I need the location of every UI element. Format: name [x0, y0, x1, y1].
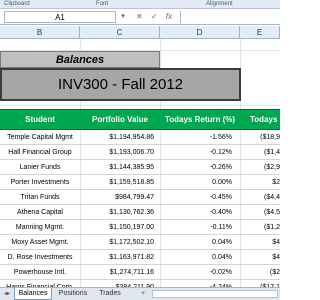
- table-row[interactable]: Harris Financial Corp.$384,211.90-4.24%(…: [0, 280, 280, 287]
- formula-input[interactable]: [180, 11, 280, 23]
- tab-scroll-icon[interactable]: ◂▸: [1, 289, 13, 299]
- column-header-d[interactable]: D: [160, 26, 240, 39]
- insert-function-icon[interactable]: fx: [166, 12, 172, 21]
- cell-portfolio-value[interactable]: $1,144,385.95: [80, 160, 160, 175]
- cell-todays-return-dollar[interactable]: ($17,1: [240, 280, 280, 287]
- table-row[interactable]: Temple Capital Mgmt $1,194,954.86 -1.56% ($…: [0, 130, 280, 145]
- cell-todays-return-pct[interactable]: -1.56%: [160, 130, 240, 145]
- name-box-dropdown-icon[interactable]: ▾: [118, 11, 128, 23]
- header-portfolio-value[interactable]: Portfolio Value: [80, 110, 160, 130]
- cell-todays-return-pct[interactable]: 0.04%: [160, 235, 240, 250]
- cell-portfolio-value[interactable]: $384,211.90: [80, 280, 160, 287]
- cell-todays-return-pct[interactable]: -0.45%: [160, 190, 240, 205]
- table-row[interactable]: Manning Mgmt. $1,150,197.00 -0.11% ($1,2: [0, 220, 280, 235]
- cell-todays-return-dollar[interactable]: $4: [240, 235, 280, 250]
- table-row[interactable]: Porter Investments $1,159,518.85 0.00% $2: [0, 175, 280, 190]
- column-header-e[interactable]: E: [240, 26, 280, 39]
- cell-student[interactable]: Moxy Asset Mgmt.: [0, 235, 80, 250]
- cell-todays-return-pct[interactable]: -0.11%: [160, 220, 240, 235]
- cell-todays-return-dollar[interactable]: $4: [240, 250, 280, 265]
- cell-todays-return-dollar[interactable]: ($2,9: [240, 160, 280, 175]
- cell-student[interactable]: Temple Capital Mgmt: [0, 130, 80, 145]
- sheet-title[interactable]: INV300 - Fall 2012: [0, 68, 241, 101]
- cell-student[interactable]: Lanier Funds: [0, 160, 80, 175]
- cell-todays-return-dollar[interactable]: ($1,4: [240, 145, 280, 160]
- tab-balances[interactable]: Balances: [14, 288, 52, 300]
- table-row[interactable]: D. Rose Investments $1,163,971.82 0.04% $4: [0, 250, 280, 265]
- add-sheet-icon[interactable]: +: [138, 289, 148, 299]
- ribbon-group-labels: Clipboard Font Alignment: [0, 0, 280, 9]
- table-row[interactable]: Powerhouse Intl. $1,274,711.16 -0.02% ($2: [0, 265, 280, 280]
- cell-portfolio-value[interactable]: $1,274,711.16: [80, 265, 160, 280]
- worksheet[interactable]: Balances INV300 - Fall 2012 Student Port…: [0, 39, 280, 287]
- cell-todays-return-dollar[interactable]: ($4,5: [240, 205, 280, 220]
- tab-trades[interactable]: Trades: [94, 288, 126, 300]
- cell-todays-return-dollar[interactable]: $2: [240, 175, 280, 190]
- header-student[interactable]: Student: [0, 110, 80, 130]
- cell-student[interactable]: Hall Financial Group: [0, 145, 80, 160]
- table-row[interactable]: Moxy Asset Mgmt. $1,172,502.10 0.04% $4: [0, 235, 280, 250]
- cell-portfolio-value[interactable]: $1,130,762.36: [80, 205, 160, 220]
- tab-positions[interactable]: Positions: [53, 288, 93, 300]
- cell-portfolio-value[interactable]: $1,150,197.00: [80, 220, 160, 235]
- cell-portfolio-value[interactable]: $1,172,502.10: [80, 235, 160, 250]
- header-todays-return-pct[interactable]: Todays Return (%): [160, 110, 240, 130]
- cell-todays-return-pct[interactable]: -0.12%: [160, 145, 240, 160]
- formula-bar: A1 ▾ ✕ ✓ fx: [0, 9, 280, 25]
- cell-portfolio-value[interactable]: $1,193,006.70: [80, 145, 160, 160]
- sheet-tab-bar: ◂▸ Balances Positions Trades +: [0, 287, 280, 300]
- horizontal-scrollbar[interactable]: [152, 290, 278, 298]
- cell-todays-return-pct[interactable]: 0.00%: [160, 175, 240, 190]
- cell-portfolio-value[interactable]: $1,194,954.86: [80, 130, 160, 145]
- cell-todays-return-dollar[interactable]: ($1,2: [240, 220, 280, 235]
- table-row[interactable]: Hall Financial Group $1,193,006.70 -0.12%(…: [0, 145, 280, 160]
- cell-portfolio-value[interactable]: $1,163,971.82: [80, 250, 160, 265]
- formula-buttons: ✕ ✓ fx: [136, 11, 178, 23]
- cell-student[interactable]: D. Rose Investments: [0, 250, 80, 265]
- cell-todays-return-dollar[interactable]: ($4,4: [240, 190, 280, 205]
- cell-student[interactable]: Porter Investments: [0, 175, 80, 190]
- gridline: [0, 105, 280, 106]
- column-header-b[interactable]: B: [0, 26, 80, 39]
- cell-student[interactable]: Manning Mgmt.: [0, 220, 80, 235]
- cell-todays-return-pct[interactable]: -0.02%: [160, 265, 240, 280]
- cell-portfolio-value[interactable]: $1,159,518.85: [80, 175, 160, 190]
- column-header-c[interactable]: C: [80, 26, 160, 39]
- table-row[interactable]: Tritan Funds $984,799.47 -0.45% ($4,4: [0, 190, 280, 205]
- ribbon-group-alignment[interactable]: Alignment: [206, 1, 233, 7]
- cell-todays-return-pct[interactable]: 0.04%: [160, 250, 240, 265]
- table-header-row: Student Portfolio Value Todays Return (%…: [0, 109, 280, 130]
- data-rows: Temple Capital Mgmt $1,194,954.86 -1.56% ($…: [0, 130, 280, 287]
- cell-portfolio-value[interactable]: $984,799.47: [80, 190, 160, 205]
- cell-student[interactable]: Tritan Funds: [0, 190, 80, 205]
- table-row[interactable]: Lanier Funds $1,144,385.95 -0.26% ($2,9: [0, 160, 280, 175]
- section-label[interactable]: Balances: [0, 51, 160, 68]
- cell-todays-return-pct[interactable]: -0.40%: [160, 205, 240, 220]
- cell-todays-return-dollar[interactable]: ($2: [240, 265, 280, 280]
- column-headers: B C D E: [0, 26, 280, 39]
- ribbon-group-clipboard[interactable]: Clipboard: [4, 1, 30, 7]
- cell-todays-return-pct[interactable]: -0.26%: [160, 160, 240, 175]
- cancel-icon[interactable]: ✕: [136, 12, 143, 21]
- enter-icon[interactable]: ✓: [151, 12, 158, 21]
- cell-student[interactable]: Powerhouse Intl.: [0, 265, 80, 280]
- header-todays-return-dollar[interactable]: Todays R: [240, 110, 280, 130]
- table-row[interactable]: Athena Capital $1,130,762.36 -0.40% ($4,5: [0, 205, 280, 220]
- ribbon-group-font[interactable]: Font: [96, 1, 108, 7]
- cell-todays-return-pct[interactable]: -4.24%: [160, 280, 240, 287]
- name-box[interactable]: A1: [4, 11, 116, 23]
- cell-student[interactable]: Athena Capital: [0, 205, 80, 220]
- cell-student[interactable]: Harris Financial Corp.: [0, 280, 80, 287]
- cell-todays-return-dollar[interactable]: ($18,9: [240, 130, 280, 145]
